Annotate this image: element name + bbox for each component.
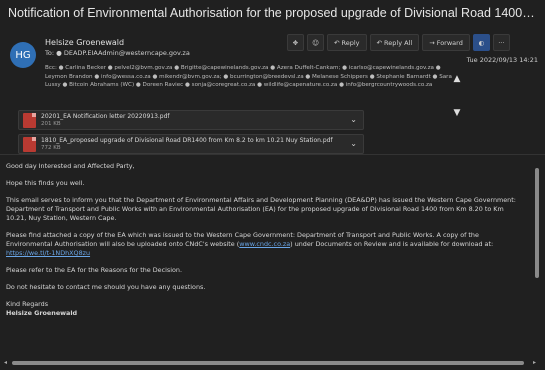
reply-button[interactable]: ↶ Reply — [327, 34, 367, 51]
body-paragraph: Please refer to the EA for the Reasons f… — [6, 266, 183, 274]
horizontal-scrollbar[interactable]: ◂ ▸ — [4, 359, 536, 366]
body-paragraph: Do not hesitate to contact me should you… — [6, 283, 206, 291]
email-subject: Notification of Environmental Authorisat… — [8, 6, 538, 20]
forward-icon: → — [429, 38, 437, 47]
attachment-name: 20201_EA Notification letter 20220913.pd… — [41, 113, 170, 120]
reply-icon: ↶ — [334, 38, 342, 47]
header-scroll[interactable]: ▲ ▼ — [452, 74, 462, 118]
to-recipients[interactable]: To: ● DEADP.EIAAdmin@westerncape.gov.za — [45, 49, 190, 57]
message-toolbar: ✥ ☺ ↶ Reply ↶ Reply All → Forward ◐ ··· — [287, 34, 510, 51]
attachment-size: 201 KB — [41, 121, 61, 127]
teams-icon[interactable]: ◐ — [472, 34, 490, 51]
attachment-1[interactable]: 20201_EA Notification letter 20220913.pd… — [18, 110, 364, 130]
divider — [0, 154, 545, 155]
attachment-name: 1810_EA_proposed upgrade of Divisional R… — [41, 137, 333, 144]
download-link[interactable]: https://we.tl/t-1NDhXQ8zu — [6, 249, 90, 257]
emoji-icon[interactable]: ☺ — [307, 34, 324, 51]
chevron-down-icon[interactable]: ▼ — [454, 108, 461, 118]
chevron-down-icon[interactable]: ⌄ — [350, 139, 357, 148]
scrollbar-thumb[interactable] — [12, 361, 524, 365]
signature: Helsize Groenewald — [6, 309, 78, 317]
pdf-icon — [23, 113, 36, 128]
website-link[interactable]: www.cndc.co.za — [239, 240, 290, 248]
body-paragraph: Hope this finds you well. — [6, 179, 85, 187]
reply-all-button[interactable]: ↶ Reply All — [369, 34, 420, 51]
avatar[interactable]: HG — [10, 42, 36, 68]
pdf-icon — [23, 137, 36, 152]
scrollbar-thumb[interactable] — [535, 168, 539, 278]
vertical-scrollbar[interactable] — [534, 158, 540, 354]
body-paragraph: Please find attached a copy of the EA wh… — [6, 231, 494, 257]
reply-all-icon: ↶ — [376, 38, 385, 47]
scroll-right-icon[interactable]: ▸ — [533, 359, 536, 366]
greeting: Good day Interested and Affected Party, — [6, 162, 135, 170]
body-paragraph: This email serves to inform you that the… — [6, 196, 516, 222]
forward-button[interactable]: → Forward — [422, 34, 470, 51]
attachment-size: 772 KB — [41, 145, 61, 151]
apps-icon[interactable]: ✥ — [287, 34, 304, 51]
chevron-up-icon[interactable]: ▲ — [454, 74, 461, 84]
more-options-icon[interactable]: ··· — [492, 34, 510, 51]
chevron-down-icon[interactable]: ⌄ — [350, 115, 357, 124]
scroll-left-icon[interactable]: ◂ — [4, 359, 7, 366]
sent-date: Tue 2022/09/13 14:21 — [466, 56, 538, 64]
email-window: Notification of Environmental Authorisat… — [0, 0, 545, 370]
attachment-2[interactable]: 1810_EA_proposed upgrade of Divisional R… — [18, 134, 364, 154]
closing: Kind Regards — [6, 300, 49, 308]
sender-name[interactable]: Helsize Groenewald — [45, 38, 124, 47]
email-body: Good day Interested and Affected Party, … — [6, 162, 526, 318]
bcc-recipients[interactable]: Bcc: ● Carlina Becker ● pelvel2@bvm.gov.… — [45, 64, 457, 90]
